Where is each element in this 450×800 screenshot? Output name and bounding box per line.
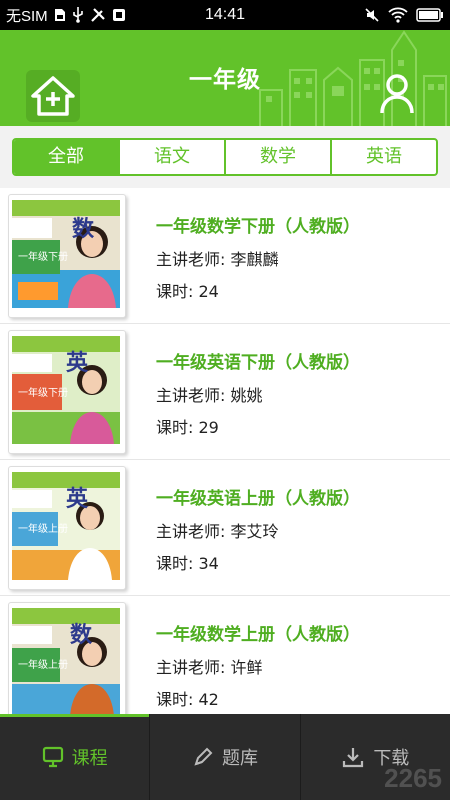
- tab-math[interactable]: 数学: [224, 140, 330, 174]
- book-subject-char: 英: [66, 487, 89, 512]
- nav-courses-label: 课程: [71, 748, 108, 769]
- course-title[interactable]: 一年级英语下册（人教版）: [156, 348, 360, 373]
- category-tabs-bar: 全部 语文 数学 英语: [0, 126, 450, 188]
- book-grade-label: 一年级下册: [18, 250, 68, 263]
- course-item[interactable]: 英 一年级下册 一年级英语下册（人教版） 主讲老师: 姚姚 课时: 29: [0, 324, 450, 460]
- battery-icon: [416, 8, 444, 22]
- course-item[interactable]: 英 一年级上册 一年级英语上册（人教版） 主讲老师: 李艾玲 课时: 34: [0, 460, 450, 596]
- download-icon: [343, 748, 364, 768]
- mute-icon: [364, 7, 380, 23]
- wifi-icon: [388, 7, 408, 23]
- nav-courses[interactable]: 课程: [0, 714, 150, 800]
- category-tabs: 全部 语文 数学 英语: [12, 138, 438, 176]
- course-hours: 课时: 24: [156, 282, 219, 301]
- course-hours: 课时: 42: [156, 690, 219, 709]
- course-list[interactable]: 数 一年级下册 一年级数学下册（人教版） 主讲老师: 李麒麟 课时: 24 英 …: [0, 188, 450, 714]
- course-item[interactable]: 数 一年级下册 一年级数学下册（人教版） 主讲老师: 李麒麟 课时: 24: [0, 188, 450, 324]
- home-add-icon: [26, 70, 80, 122]
- watermark: 2265: [384, 763, 442, 793]
- user-icon: [380, 74, 414, 114]
- book-subject-char: 数: [72, 216, 95, 242]
- bottom-nav: 课程 题库 下载 2265: [0, 714, 450, 800]
- course-thumbnail: 英 一年级下册: [12, 336, 120, 444]
- course-teacher: 主讲老师: 李麒麟: [156, 250, 279, 269]
- book-grade-label: 一年级上册: [18, 658, 68, 671]
- course-thumbnail: 英 一年级上册: [12, 472, 120, 580]
- course-title[interactable]: 一年级英语上册（人教版）: [156, 484, 360, 509]
- course-title[interactable]: 一年级数学上册（人教版）: [156, 620, 360, 645]
- monitor-icon: [42, 746, 63, 768]
- tab-english[interactable]: 英语: [330, 140, 436, 174]
- tab-chinese[interactable]: 语文: [118, 140, 224, 174]
- user-button[interactable]: [380, 74, 414, 114]
- book-subject-char: 数: [70, 622, 93, 648]
- course-thumbnail: 数 一年级上册: [12, 608, 120, 714]
- status-bar: 无SIM 14:41: [0, 0, 450, 30]
- course-title[interactable]: 一年级数学下册（人教版）: [156, 212, 360, 237]
- course-item[interactable]: 数 一年级上册 一年级数学上册（人教版） 主讲老师: 许鲜 课时: 42: [0, 596, 450, 714]
- book-subject-char: 英: [66, 351, 89, 376]
- course-hours: 课时: 29: [156, 418, 219, 437]
- course-hours: 课时: 34: [156, 554, 219, 573]
- course-teacher: 主讲老师: 姚姚: [156, 386, 263, 405]
- book-grade-label: 一年级下册: [18, 386, 68, 399]
- nav-question-bank[interactable]: 题库: [149, 714, 299, 800]
- home-button[interactable]: [26, 70, 80, 122]
- nav-question-bank-label: 题库: [221, 748, 258, 769]
- course-teacher: 主讲老师: 许鲜: [156, 658, 263, 677]
- course-thumbnail: 数 一年级下册: [12, 200, 120, 308]
- pencil-icon: [194, 747, 213, 766]
- tab-all[interactable]: 全部: [14, 140, 118, 174]
- course-teacher: 主讲老师: 李艾玲: [156, 522, 279, 541]
- book-grade-label: 一年级上册: [18, 522, 68, 535]
- app-header: 一年级: [0, 30, 450, 126]
